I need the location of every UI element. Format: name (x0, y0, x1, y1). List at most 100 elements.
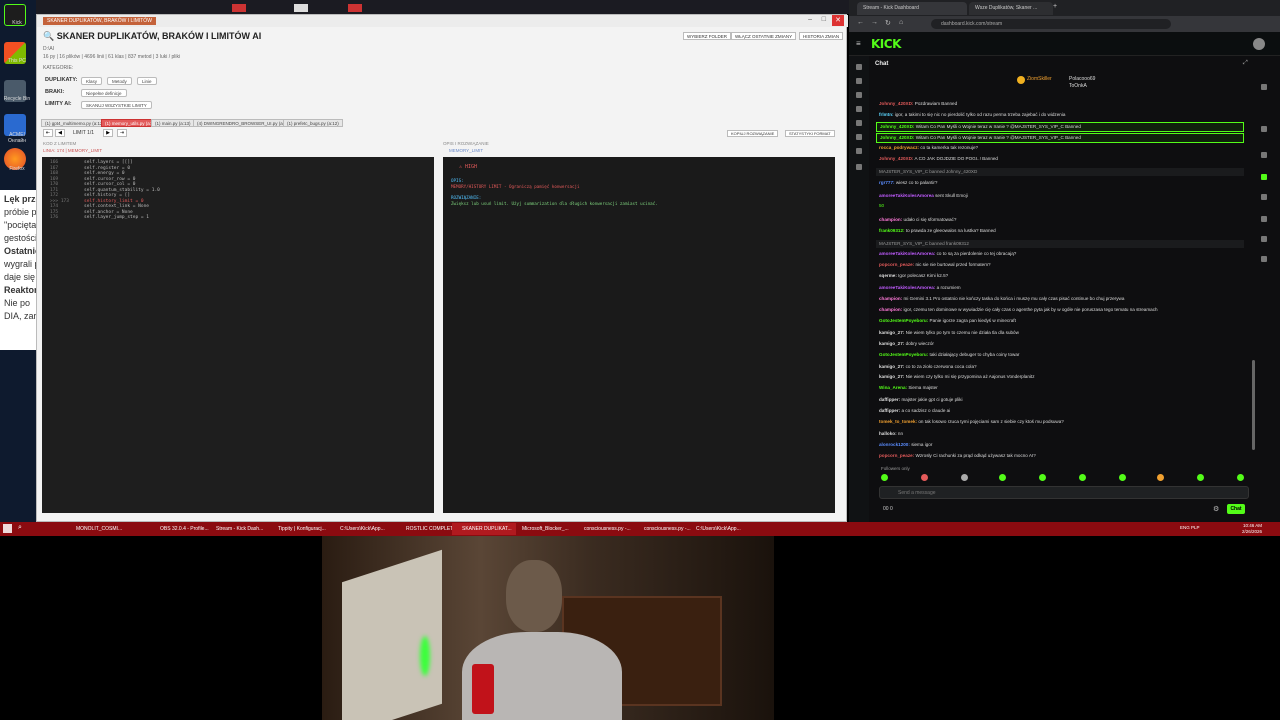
chat-username[interactable]: Johnny_420XD: (879, 156, 913, 161)
chat-message[interactable]: Wina_Arena: Siema majster (879, 385, 938, 391)
taskbar-item[interactable]: MONOLIT_COSMI... (66, 523, 126, 535)
stats-format-button[interactable]: STATYSTYKI FORMAT (785, 130, 835, 137)
classes-chip[interactable]: Klasy (81, 77, 103, 85)
chat-username[interactable]: amoreeTakiKolesAmorea (879, 193, 934, 198)
chat-username[interactable]: tomek_to_tomek: (879, 419, 917, 424)
chat-username[interactable]: kamigo_27: (879, 330, 904, 335)
chat-message[interactable]: popcorn_peaze: Wzrosły Ci rachunki za pr… (879, 453, 1036, 459)
chat-message[interactable]: Johnny_420XD: Witam Co Pan Myśli o Wojni… (876, 122, 1244, 132)
chat-message[interactable]: alonrock1200: siema igor (879, 442, 932, 448)
taskbar-item[interactable]: C:\Users\Kick\App... (330, 523, 389, 535)
copy-solution-button[interactable]: KOPIUJ ROZWIĄZANIE (727, 130, 779, 137)
chat-message[interactable]: MAJSTER_SYS_VIP_C banned Johnny_420XD (876, 168, 1244, 176)
emote-icon[interactable] (921, 474, 928, 481)
chat-scrollbar[interactable] (1252, 360, 1255, 450)
chat-message[interactable]: daffipper: a co sadzisz o claude ai (879, 408, 950, 414)
chat-message[interactable]: kamigo_27: co to za zioło czerwona coca … (879, 364, 977, 370)
chat-input[interactable]: Send a message (879, 486, 1249, 499)
chat-message[interactable]: champion: mi Gemini 3.1 Pro ostatnio nie… (879, 296, 1124, 302)
taskbar-item[interactable]: consciousness.py -... (574, 523, 635, 535)
emote-icon[interactable] (1039, 474, 1046, 481)
first-limit-button[interactable]: ⇤ (43, 129, 53, 137)
chat-message[interactable]: amoreeTakiKolesAmorea: co to są za pierd… (879, 251, 1016, 257)
settings-icon[interactable]: ⚙ (1213, 505, 1219, 513)
language-indicator[interactable]: ENG PLP (1180, 525, 1200, 530)
chat-username[interactable]: champion: (879, 296, 902, 301)
chat-message[interactable]: champion: igor, czemu ten dominowe w wyw… (879, 307, 1158, 313)
chat-username[interactable]: daffipper: (879, 408, 900, 413)
chat-message[interactable]: daffipper: majster jakie gpt ci gotuje p… (879, 397, 963, 403)
chat-username[interactable]: halloko: (879, 431, 897, 436)
taskbar-item[interactable]: OBS 32.0.4 - Profile... (150, 523, 213, 535)
taskbar-item[interactable]: Tippity | Konfiguracj... (268, 523, 330, 535)
chat-message[interactable]: Johnny_420XD: Pozdrawiam Banned (879, 101, 957, 107)
chat-username[interactable]: champion: (879, 307, 902, 312)
chat-username[interactable]: champion: (879, 217, 902, 222)
choose-folder-button[interactable]: WYBIERZ FOLDER (683, 32, 732, 40)
chat-username[interactable]: amoreeTakiKolesAmorea: (879, 285, 935, 290)
clock[interactable]: 10:46 AM 2/26/2026 (1242, 523, 1262, 535)
desktop-app-icon[interactable] (294, 4, 308, 12)
chat-message[interactable]: rocca_podrywacz: co ta kamerka tak rezon… (879, 145, 978, 151)
desktop-app-icon[interactable] (232, 4, 246, 12)
search-icon[interactable]: ⌕ (18, 524, 22, 532)
minimize-icon[interactable]: – (808, 16, 812, 23)
chat-username[interactable]: sqerme: (879, 273, 897, 278)
scanner-titlebar[interactable]: SKANER DUPLIKATÓW, BRAKÓW I LIMITÓW – □ … (37, 15, 848, 27)
emote-icon[interactable] (1157, 474, 1164, 481)
chat-username[interactable]: kamigo_27: (879, 341, 904, 346)
chat-message[interactable]: frank09312: to prawda ze gleeowalos na l… (879, 228, 996, 234)
file-tab[interactable]: (4) DWINGRENDRO_BROWSER_UI.py (a:15) (193, 119, 295, 127)
solution-pane[interactable]: ⚠ HIGH OPIS: MEMORY/HISTORY LIMIT - Ogra… (443, 157, 835, 513)
chat-message[interactable]: 50 (879, 203, 884, 209)
desktop-app-icon[interactable] (348, 4, 362, 12)
maximize-icon[interactable]: □ (822, 16, 826, 23)
chat-username[interactable]: GotoJestemPoyeboru: (879, 352, 928, 357)
chat-username[interactable]: Johnny_420XD: (880, 135, 914, 140)
chat-send-button[interactable]: Chat (1227, 504, 1245, 514)
chat-message[interactable]: GotoJestemPoyeboru: taki działający debu… (879, 352, 1019, 358)
chat-message[interactable]: popcorn_peaze: nic sie nie burtowal prze… (879, 262, 991, 268)
chat-message[interactable]: champion: udało ci się sformatować? (879, 217, 956, 223)
chat-message[interactable]: GotoJestemPoyeboru: Panie igorze zagra p… (879, 318, 1016, 324)
chat-username[interactable]: alonrock1200: (879, 442, 910, 447)
chat-message[interactable]: amoreeTakiKolesAmorea: a rozumiem (879, 285, 961, 291)
emote-icon[interactable] (1237, 474, 1244, 481)
chat-message[interactable]: MAJSTER_SYS_VIP_C banned frank09312 (876, 240, 1244, 248)
chat-message[interactable]: Johnny_420XD: A CO JAK DOJDZIE DO POGI..… (879, 156, 998, 162)
chat-username[interactable]: frank09312: (879, 228, 905, 233)
history-button[interactable]: HISTORIA ZMIAN (799, 32, 844, 40)
next-limit-button[interactable]: ▶ (103, 129, 113, 137)
chat-username[interactable]: GotoJestemPoyeboru: (879, 318, 928, 323)
chat-username[interactable]: Johnny_420XD: (879, 101, 913, 106)
file-tab[interactable]: (1) main.py (a:13) (151, 119, 195, 127)
incomplete-definitions-chip[interactable]: Niepełne definicje (81, 89, 127, 97)
emote-icon[interactable] (1197, 474, 1204, 481)
emote-icon[interactable] (881, 474, 888, 481)
chat-username[interactable]: amoreeTakiKolesAmorea: (879, 251, 935, 256)
emote-icon[interactable] (1079, 474, 1086, 481)
chat-username[interactable]: popcorn_peaze: (879, 262, 914, 267)
emote-icon[interactable] (961, 474, 968, 481)
methods-chip[interactable]: Metody (107, 77, 132, 85)
chat-message[interactable]: kamigo_27: Nie wiem czy tylko mi się prz… (879, 374, 1035, 380)
prev-limit-button[interactable]: ◀ (55, 129, 65, 137)
chat-username[interactable]: kamigo_27: (879, 364, 904, 369)
chat-username[interactable]: Johnny_420XD: (880, 124, 914, 129)
code-pane[interactable]: 166 self.layers = [[]] 167 self.register = … (42, 157, 434, 513)
chat-message[interactable]: rgr777: wiesz co to palantir? (879, 180, 937, 186)
chat-message[interactable]: halloko: nn (879, 431, 903, 437)
taskbar-item[interactable]: Microsoft_Blocker_... (512, 523, 573, 535)
chat-username[interactable]: frlmtn: (879, 112, 894, 117)
chat-message[interactable]: tomek_to_tomek: on tak losowo rzuca tymi… (879, 419, 1064, 425)
chat-username[interactable]: rgr777: (879, 180, 895, 185)
last-limit-button[interactable]: ⇥ (117, 129, 127, 137)
chat-username[interactable]: daffipper: (879, 397, 900, 402)
chat-message[interactable]: kamigo_27: Nie wiem tylko po tym to czem… (879, 330, 1019, 336)
taskbar-item[interactable]: SKANER DUPLIKAT... (452, 523, 516, 535)
chat-message[interactable]: sqerme: Igor polecasz Kimi k2.5? (879, 273, 948, 279)
chat-message[interactable]: kamigo_27: dobry wieczór (879, 341, 934, 347)
emote-icon[interactable] (1119, 474, 1126, 481)
chat-username[interactable]: kamigo_27: (879, 374, 904, 379)
chat-username[interactable]: rocca_podrywacz: (879, 145, 919, 150)
